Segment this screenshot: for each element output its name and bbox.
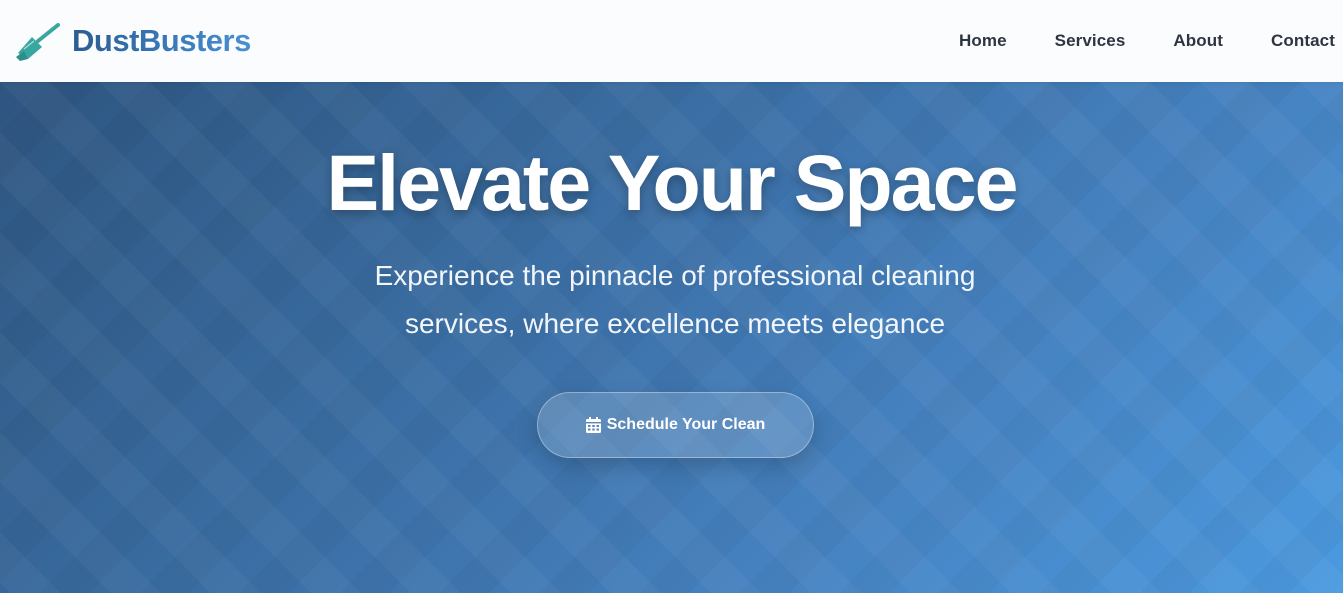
nav-item-contact: Contact	[1271, 31, 1335, 51]
hero-title: Elevate Your Space	[326, 138, 1018, 227]
brand-logo-link[interactable]: DustBusters	[14, 20, 251, 62]
navbar: DustBusters Home Services About Contact	[0, 0, 1343, 82]
hero-subtitle: Experience the pinnacle of professional …	[374, 260, 976, 339]
schedule-clean-button[interactable]: Schedule Your Clean	[537, 392, 814, 458]
hero-section: Elevate Your Space Experience the pinnac…	[0, 82, 1343, 593]
calendar-icon	[585, 417, 601, 433]
nav-item-services: Services	[1055, 31, 1126, 51]
nav-link-about[interactable]: About	[1173, 31, 1223, 50]
brand-name: DustBusters	[72, 23, 251, 58]
schedule-clean-label: Schedule Your Clean	[606, 416, 766, 433]
nav-item-home: Home	[959, 31, 1007, 51]
broom-icon	[16, 23, 60, 61]
nav-links: Home Services About Contact	[959, 0, 1335, 82]
nav-link-contact[interactable]: Contact	[1271, 31, 1335, 50]
nav-link-home[interactable]: Home	[959, 31, 1007, 50]
nav-link-services[interactable]: Services	[1055, 31, 1126, 50]
nav-item-about: About	[1173, 31, 1223, 51]
